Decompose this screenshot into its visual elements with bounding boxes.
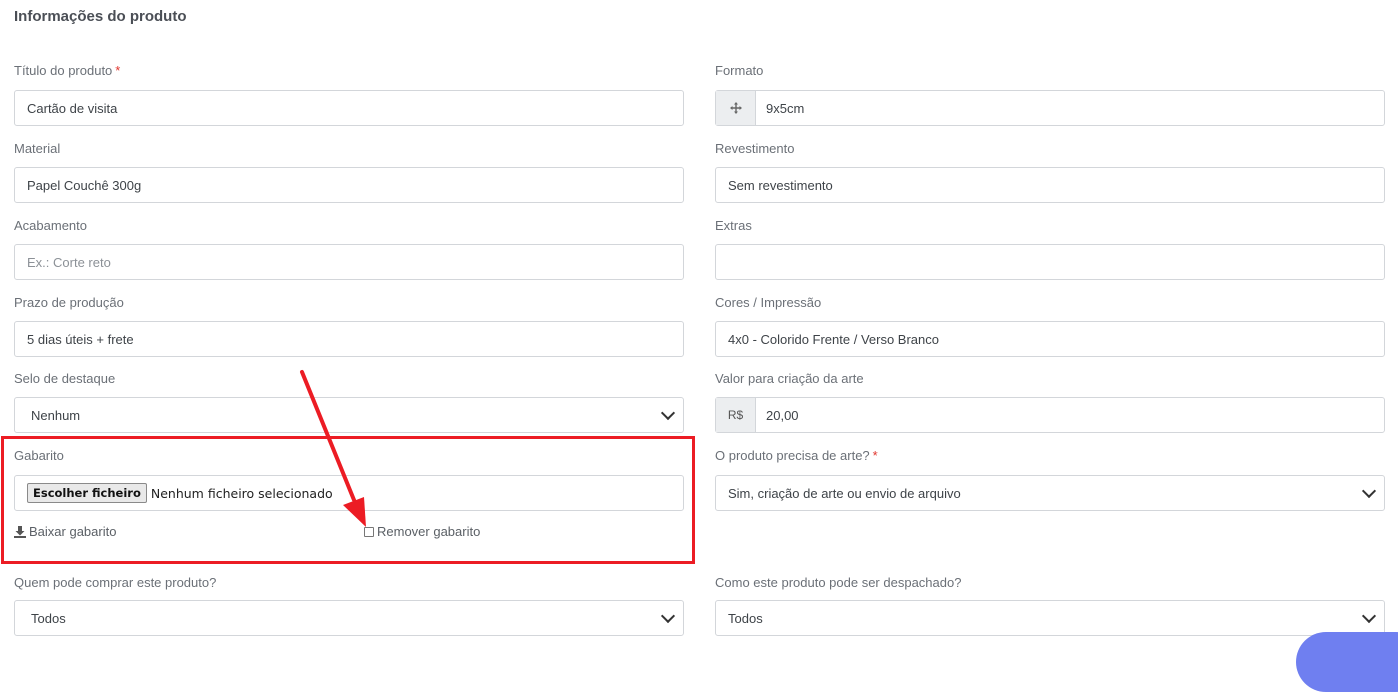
chevron-down-icon: [1361, 608, 1377, 624]
acabamento-placeholder: Ex.: Corte reto: [27, 254, 111, 270]
quem-compra-value: Todos: [31, 610, 66, 626]
selo-select[interactable]: Nenhum: [14, 397, 684, 433]
prazo-input[interactable]: 5 dias úteis + frete: [14, 321, 684, 357]
selo-label: Selo de destaque: [14, 371, 116, 386]
despacho-label: Como este produto pode ser despachado?: [715, 575, 962, 590]
despacho-select[interactable]: Todos: [715, 600, 1385, 636]
move-icon: [729, 102, 742, 114]
chevron-down-icon: [660, 608, 676, 624]
despacho-value: Todos: [728, 610, 763, 626]
extras-input[interactable]: [715, 244, 1385, 280]
revestimento-input[interactable]: Sem revestimento: [715, 167, 1385, 203]
precisa-arte-value: Sim, criação de arte ou envio de arquivo: [728, 485, 961, 501]
chevron-down-icon: [660, 405, 676, 421]
precisa-arte-label-text: O produto precisa de arte?: [715, 448, 870, 463]
revestimento-value: Sem revestimento: [728, 177, 833, 193]
extras-label: Extras: [715, 218, 752, 233]
formato-value: 9x5cm: [766, 100, 805, 116]
material-label: Material: [14, 141, 61, 156]
acabamento-label: Acabamento: [14, 218, 87, 233]
quem-compra-label: Quem pode comprar este produto?: [14, 575, 217, 590]
material-value: Papel Couchê 300g: [27, 177, 142, 193]
floating-action-button[interactable]: [1296, 632, 1398, 692]
cores-value: 4x0 - Colorido Frente / Verso Branco: [728, 331, 939, 347]
revestimento-label: Revestimento: [715, 141, 795, 156]
prazo-value: 5 dias úteis + frete: [27, 331, 134, 347]
currency-addon: R$: [716, 398, 756, 432]
cores-label: Cores / Impressão: [715, 295, 822, 310]
valor-arte-value: 20,00: [766, 407, 799, 423]
formato-label: Formato: [715, 63, 764, 78]
titulo-label-text: Título do produto: [14, 63, 113, 78]
valor-arte-input[interactable]: R$ 20,00: [715, 397, 1385, 433]
formato-addon: [716, 91, 756, 125]
precisa-arte-select[interactable]: Sim, criação de arte ou envio de arquivo: [715, 475, 1385, 511]
prazo-label: Prazo de produção: [14, 295, 124, 310]
titulo-value: Cartão de visita: [27, 100, 118, 116]
titulo-input[interactable]: Cartão de visita: [14, 90, 684, 126]
cores-input[interactable]: 4x0 - Colorido Frente / Verso Branco: [715, 321, 1385, 357]
chevron-down-icon: [1361, 483, 1377, 499]
currency-prefix: R$: [727, 408, 744, 422]
required-mark: *: [115, 63, 121, 78]
valor-arte-label: Valor para criação da arte: [715, 371, 864, 386]
section-title: Informações do produto: [14, 8, 187, 25]
selo-value: Nenhum: [31, 407, 81, 423]
formato-input[interactable]: 9x5cm: [715, 90, 1385, 126]
material-input[interactable]: Papel Couchê 300g: [14, 167, 684, 203]
quem-compra-select[interactable]: Todos: [14, 600, 684, 636]
titulo-label: Título do produto *: [14, 63, 120, 78]
acabamento-input[interactable]: Ex.: Corte reto: [14, 244, 684, 280]
required-mark: *: [872, 448, 878, 463]
annotation-highlight-box: [1, 436, 695, 564]
precisa-arte-label: O produto precisa de arte? *: [715, 448, 878, 463]
